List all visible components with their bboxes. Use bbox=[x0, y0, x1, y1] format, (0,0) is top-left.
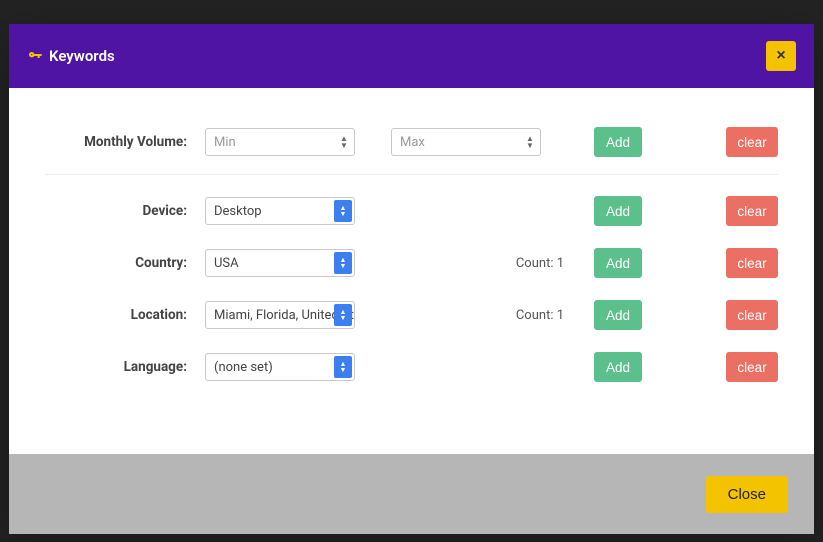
language-select[interactable]: (none set) ▲▼ bbox=[205, 353, 355, 381]
clear-country-button[interactable]: clear bbox=[726, 248, 778, 278]
device-select[interactable]: Desktop ▲▼ bbox=[205, 197, 355, 225]
volume-max-placeholder: Max bbox=[400, 135, 425, 150]
close-x-button[interactable]: × bbox=[766, 41, 796, 71]
modal-title-text: Keywords bbox=[49, 47, 115, 65]
country-count: Count: 1 bbox=[464, 256, 594, 271]
modal-title: Keywords bbox=[27, 47, 115, 65]
clear-language-button[interactable]: clear bbox=[726, 352, 778, 382]
modal-body: Monthly Volume: Min ▲▼ Max ▲▼ Add clear bbox=[9, 88, 814, 454]
volume-min-placeholder: Min bbox=[214, 135, 236, 150]
section-divider bbox=[45, 174, 778, 175]
country-select-value: USA bbox=[214, 256, 239, 271]
row-monthly-volume: Monthly Volume: Min ▲▼ Max ▲▼ Add clear bbox=[45, 118, 778, 166]
close-button[interactable]: Close bbox=[706, 476, 788, 513]
modal-header: Keywords × bbox=[9, 24, 814, 88]
label-monthly-volume: Monthly Volume: bbox=[45, 134, 205, 150]
clear-location-button[interactable]: clear bbox=[726, 300, 778, 330]
row-language: Language: (none set) ▲▼ Add clear bbox=[45, 341, 778, 393]
stepper-arrows-icon: ▲▼ bbox=[522, 131, 538, 153]
country-select[interactable]: USA ▲▼ bbox=[205, 249, 355, 277]
chevron-updown-icon: ▲▼ bbox=[334, 304, 352, 326]
clear-device-button[interactable]: clear bbox=[726, 196, 778, 226]
chevron-updown-icon: ▲▼ bbox=[334, 252, 352, 274]
keywords-modal: Keywords × Monthly Volume: Min ▲▼ Max ▲▼ bbox=[9, 24, 814, 534]
modal-overlay: Keywords × Monthly Volume: Min ▲▼ Max ▲▼ bbox=[0, 0, 823, 542]
row-country: Country: USA ▲▼ Count: 1 Add clear bbox=[45, 237, 778, 289]
label-location: Location: bbox=[45, 307, 205, 323]
controls-language: (none set) ▲▼ bbox=[205, 353, 464, 381]
stepper-arrows-icon: ▲▼ bbox=[336, 131, 352, 153]
add-language-button[interactable]: Add bbox=[594, 352, 642, 382]
label-device: Device: bbox=[45, 203, 205, 219]
volume-min-input[interactable]: Min ▲▼ bbox=[205, 128, 355, 156]
row-location: Location: Miami, Florida, United States … bbox=[45, 289, 778, 341]
label-language: Language: bbox=[45, 359, 205, 375]
controls-country: USA ▲▼ bbox=[205, 249, 464, 277]
chevron-updown-icon: ▲▼ bbox=[334, 200, 352, 222]
modal-footer: Close bbox=[9, 454, 814, 534]
controls-device: Desktop ▲▼ bbox=[205, 197, 464, 225]
location-count: Count: 1 bbox=[464, 308, 594, 323]
controls-monthly-volume: Min ▲▼ Max ▲▼ bbox=[205, 128, 594, 156]
clear-volume-button[interactable]: clear bbox=[726, 127, 778, 157]
add-device-button[interactable]: Add bbox=[594, 196, 642, 226]
language-select-value: (none set) bbox=[214, 360, 273, 375]
controls-location: Miami, Florida, United States ▲▼ bbox=[205, 301, 464, 329]
location-select[interactable]: Miami, Florida, United States ▲▼ bbox=[205, 301, 355, 329]
label-country: Country: bbox=[45, 255, 205, 271]
key-icon bbox=[27, 48, 43, 64]
add-location-button[interactable]: Add bbox=[594, 300, 642, 330]
chevron-updown-icon: ▲▼ bbox=[334, 356, 352, 378]
row-device: Device: Desktop ▲▼ Add clear bbox=[45, 185, 778, 237]
add-country-button[interactable]: Add bbox=[594, 248, 642, 278]
device-select-value: Desktop bbox=[214, 204, 262, 219]
volume-max-input[interactable]: Max ▲▼ bbox=[391, 128, 541, 156]
add-volume-button[interactable]: Add bbox=[594, 127, 642, 157]
